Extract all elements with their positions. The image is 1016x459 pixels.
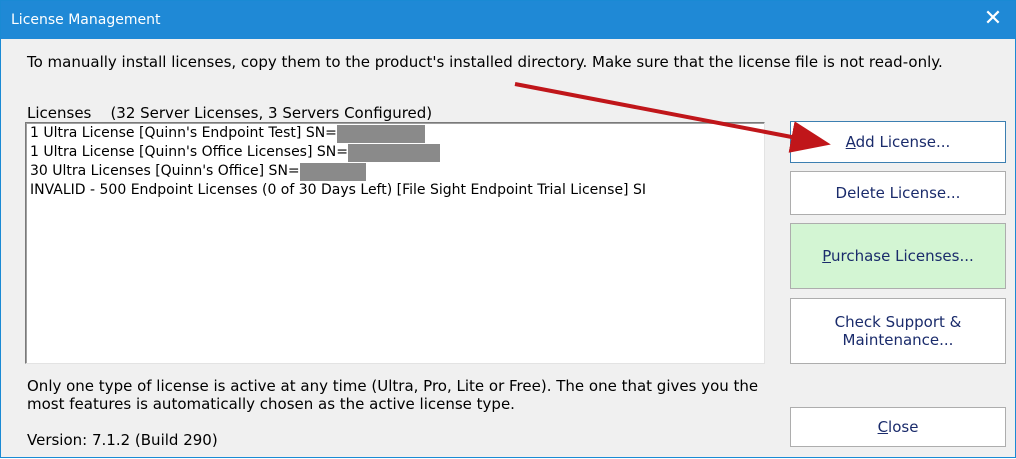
license-management-window: License Management ✕ To manually install… (0, 0, 1016, 458)
redacted-serial (299, 163, 366, 181)
close-button[interactable]: Close (790, 407, 1006, 447)
version-text: Version: 7.1.2 (Build 290) (27, 431, 218, 449)
license-item-text: 1 Ultra License [Quinn's Endpoint Test] … (30, 125, 337, 141)
purchase-label: urchase Licenses... (831, 247, 974, 265)
license-item-text: 1 Ultra License [Quinn's Office Licenses… (30, 144, 348, 160)
support-label-line2: Maintenance... (842, 331, 954, 349)
purchase-licenses-button[interactable]: Purchase Licenses... (790, 223, 1006, 289)
close-label: lose (888, 418, 919, 436)
add-license-button[interactable]: Add License... (790, 121, 1006, 163)
license-type-note: Only one type of license is active at an… (27, 377, 759, 413)
delete-label: Delete License... (835, 184, 961, 202)
add-mnemonic: A (845, 133, 856, 151)
license-list-item[interactable]: 1 Ultra License [Quinn's Office Licenses… (30, 144, 440, 162)
license-list-item[interactable]: 30 Ultra Licenses [Quinn's Office] SN= (30, 163, 366, 181)
licenses-listbox[interactable]: 1 Ultra License [Quinn's Endpoint Test] … (25, 122, 765, 364)
license-item-text: 30 Ultra Licenses [Quinn's Office] SN= (30, 163, 300, 179)
license-list-item[interactable]: INVALID - 500 Endpoint Licenses (0 of 30… (30, 182, 646, 198)
title-bar: License Management ✕ (1, 1, 1015, 39)
window-title: License Management (11, 12, 161, 28)
purchase-mnemonic: P (822, 247, 831, 265)
licenses-label: Licenses (32 Server Licenses, 3 Servers … (27, 104, 433, 122)
add-label: dd License... (855, 133, 951, 151)
close-mnemonic: C (877, 418, 889, 436)
redacted-serial (347, 144, 440, 162)
delete-license-button[interactable]: Delete License... (790, 171, 1006, 215)
redacted-serial (336, 125, 425, 143)
check-support-button[interactable]: Check Support & Maintenance... (790, 298, 1006, 364)
license-list-item[interactable]: 1 Ultra License [Quinn's Endpoint Test] … (30, 125, 425, 143)
support-label-line1: Check Support & (834, 313, 962, 331)
license-item-text: INVALID - 500 Endpoint Licenses (0 of 30… (30, 182, 646, 198)
close-window-icon[interactable]: ✕ (971, 1, 1015, 39)
instructions-text: To manually install licenses, copy them … (27, 53, 943, 71)
